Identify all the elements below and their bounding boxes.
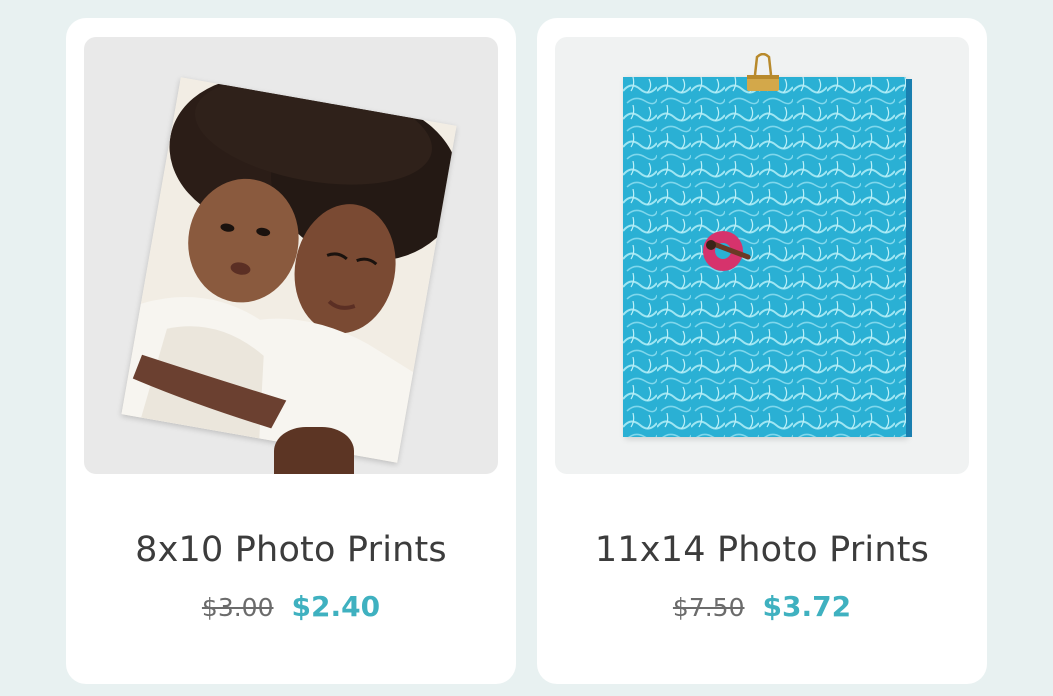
product-image-8x10[interactable] bbox=[84, 37, 498, 474]
product-title[interactable]: 8x10 Photo Prints bbox=[66, 530, 516, 570]
sale-price: $2.40 bbox=[291, 590, 381, 623]
print-edge-shadow bbox=[906, 79, 912, 437]
pool-illustration bbox=[623, 77, 906, 437]
price-row: $7.50 $3.72 bbox=[537, 590, 987, 623]
product-grid: 8x10 Photo Prints $3.00 $2.40 11x14 Phot… bbox=[0, 0, 1053, 696]
binder-clip-icon bbox=[745, 52, 781, 95]
original-price: $3.00 bbox=[201, 593, 274, 622]
photo-illustration bbox=[121, 77, 457, 463]
photo-print-pool bbox=[623, 77, 906, 437]
sale-price: $3.72 bbox=[762, 590, 852, 623]
product-image-11x14[interactable] bbox=[555, 37, 969, 474]
product-title[interactable]: 11x14 Photo Prints bbox=[537, 530, 987, 570]
product-card-8x10[interactable]: 8x10 Photo Prints $3.00 $2.40 bbox=[66, 18, 516, 684]
hand-holding-print bbox=[274, 427, 354, 474]
original-price: $7.50 bbox=[672, 593, 745, 622]
price-row: $3.00 $2.40 bbox=[66, 590, 516, 623]
photo-print-mother-child bbox=[121, 77, 457, 463]
product-card-11x14[interactable]: 11x14 Photo Prints $7.50 $3.72 bbox=[537, 18, 987, 684]
